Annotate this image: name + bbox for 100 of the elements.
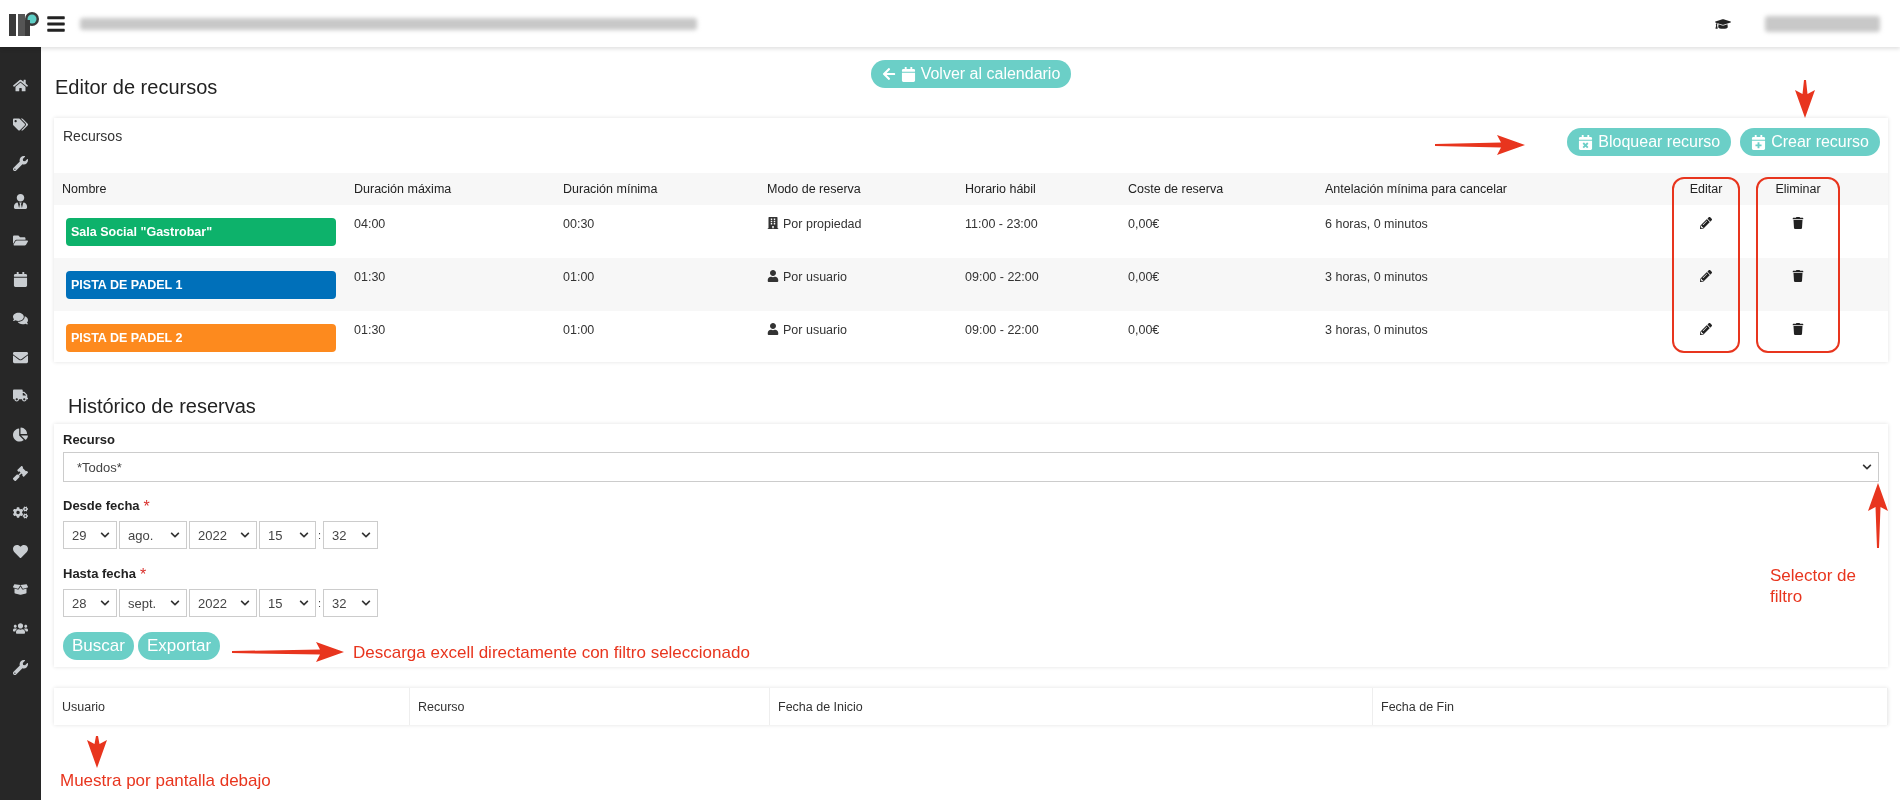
chevron-down-icon xyxy=(1862,462,1872,472)
menu-icon[interactable] xyxy=(46,13,66,34)
annotation-text: Muestra por pantalla debajo xyxy=(60,770,271,791)
pie-chart-icon[interactable] xyxy=(13,427,28,443)
hammer-icon[interactable] xyxy=(13,465,28,481)
edit-icon[interactable] xyxy=(1700,270,1712,282)
date-select[interactable]: 32 xyxy=(323,589,379,617)
table-cell: 0,00€ xyxy=(1128,217,1160,231)
date-select[interactable]: 28 xyxy=(63,589,117,617)
chevron-down-icon xyxy=(170,598,180,608)
column-header: Fecha de Inicio xyxy=(770,688,1373,725)
table-cell: 09:00 - 22:00 xyxy=(965,270,1039,284)
wrench-icon[interactable] xyxy=(13,659,28,675)
user-icon xyxy=(767,323,779,335)
chevron-down-icon xyxy=(240,598,250,608)
required-mark: * xyxy=(143,498,150,516)
table-cell: Por usuario xyxy=(783,323,847,337)
calendar-x-icon xyxy=(1578,134,1594,150)
date-select[interactable]: 29 xyxy=(63,521,117,549)
table-cell: 3 horas, 0 minutos xyxy=(1325,270,1428,284)
delete-icon[interactable] xyxy=(1792,217,1804,229)
date-select[interactable]: 32 xyxy=(323,521,379,549)
annotation-arrow xyxy=(1793,80,1817,118)
table-cell: 01:00 xyxy=(563,270,595,284)
tags-icon[interactable] xyxy=(13,116,28,132)
box-icon[interactable] xyxy=(13,582,28,598)
chevron-down-icon xyxy=(240,530,250,540)
table-cell: 01:30 xyxy=(354,323,386,337)
column-header: Coste de reserva xyxy=(1128,182,1225,196)
date-select[interactable]: 2022 xyxy=(189,521,257,549)
building-icon xyxy=(767,217,779,229)
column-header: Eliminar xyxy=(1775,182,1821,196)
arrow-left-icon xyxy=(881,67,896,81)
chevron-down-icon xyxy=(361,598,372,608)
date-select[interactable]: 15 xyxy=(259,589,316,617)
field-label: Hasta fecha xyxy=(63,566,136,583)
chevron-down-icon xyxy=(299,530,309,540)
table-cell: 00:30 xyxy=(563,217,595,231)
table-cell: 11:00 - 23:00 xyxy=(965,217,1038,231)
table-cell: Por usuario xyxy=(783,270,847,284)
folder-icon[interactable] xyxy=(13,233,28,249)
column-header: Duración máxima xyxy=(354,182,453,196)
table-cell: Por propiedad xyxy=(783,217,862,231)
column-header: Antelación mínima para cancelar xyxy=(1325,182,1509,196)
delete-icon[interactable] xyxy=(1792,323,1804,335)
home-icon[interactable] xyxy=(13,78,28,93)
section-title: Histórico de reservas xyxy=(68,395,257,418)
chevron-down-icon xyxy=(299,598,309,608)
calendar-icon xyxy=(900,66,916,82)
chevron-down-icon xyxy=(361,530,372,540)
table-cell: 01:30 xyxy=(354,270,386,284)
annotation-text: Descarga excell directamente con filtro seleccionado xyxy=(353,642,750,663)
table-cell: 0,00€ xyxy=(1128,323,1160,337)
page-title: Editor de recursos xyxy=(55,76,219,99)
logo-icon xyxy=(8,9,40,38)
chevron-down-icon xyxy=(100,598,110,608)
column-header: Fecha de Fin xyxy=(1373,688,1888,725)
field-label: Recurso xyxy=(63,432,116,447)
table-cell: 09:00 - 22:00 xyxy=(965,323,1039,337)
gears-icon[interactable] xyxy=(13,504,28,520)
time-separator: : xyxy=(318,597,322,609)
envelope-icon[interactable] xyxy=(13,349,28,365)
required-mark: * xyxy=(140,566,147,584)
truck-icon[interactable] xyxy=(13,388,28,404)
card-title: Recursos xyxy=(63,128,123,144)
field-label: Desde fecha xyxy=(63,498,140,515)
annotation-text: Selector de filtro xyxy=(1770,565,1857,607)
chevron-down-icon xyxy=(170,530,180,540)
column-header: Usuario xyxy=(54,688,410,725)
column-header: Nombre xyxy=(62,182,108,196)
resource-select[interactable]: *Todos* xyxy=(63,452,1879,482)
date-select[interactable]: 15 xyxy=(259,521,316,549)
edit-icon[interactable] xyxy=(1700,323,1712,335)
table-cell: 6 horas, 0 minutos xyxy=(1325,217,1428,231)
time-separator: : xyxy=(318,529,322,541)
users-icon[interactable] xyxy=(13,621,28,637)
date-select[interactable]: 2022 xyxy=(189,589,257,617)
delete-icon[interactable] xyxy=(1792,270,1804,282)
calendar-icon[interactable] xyxy=(13,272,28,287)
resource-name-tag[interactable]: PISTA DE PADEL 1 xyxy=(66,271,336,299)
user-tie-icon[interactable] xyxy=(13,194,28,210)
column-header: Editar xyxy=(1689,182,1723,196)
column-header: Duración mínima xyxy=(563,182,659,196)
chevron-down-icon xyxy=(100,530,110,540)
table-cell: 04:00 xyxy=(354,217,386,231)
calendar-plus-icon xyxy=(1751,134,1767,150)
column-header: Recurso xyxy=(410,688,770,725)
column-header: Horario hábil xyxy=(965,182,1037,196)
user-icon xyxy=(767,270,779,282)
table-cell: 0,00€ xyxy=(1128,270,1160,284)
wrench-icon[interactable] xyxy=(13,155,28,171)
chat-icon[interactable] xyxy=(13,310,28,326)
heart-icon[interactable] xyxy=(13,543,28,559)
annotation-arrow xyxy=(85,736,109,768)
edit-icon[interactable] xyxy=(1700,217,1712,229)
date-select[interactable]: sept. xyxy=(119,589,187,617)
table-cell: 3 horas, 0 minutos xyxy=(1325,323,1428,337)
date-select[interactable]: ago. xyxy=(119,521,187,549)
annotation-arrow xyxy=(1866,483,1890,548)
table-cell: 01:00 xyxy=(563,323,595,337)
